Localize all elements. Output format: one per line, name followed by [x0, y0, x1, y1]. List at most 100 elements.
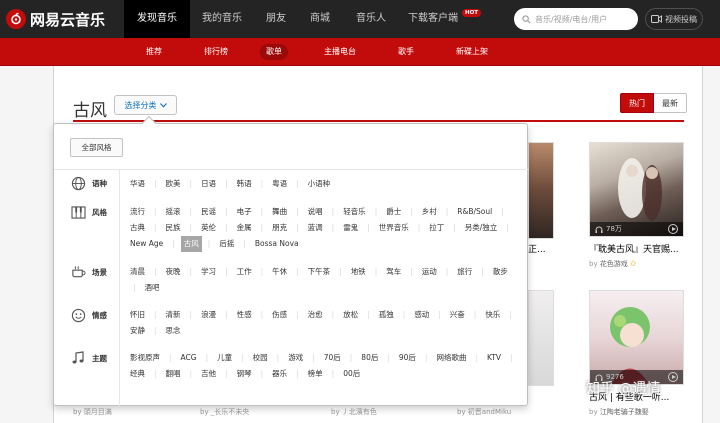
tag-link[interactable]: 治愈: [305, 307, 326, 323]
tag-link[interactable]: 电子: [234, 204, 255, 220]
creator-name[interactable]: 花色游戏: [600, 260, 628, 268]
tag-link[interactable]: 爵士: [383, 204, 404, 220]
tag-link[interactable]: KTV: [484, 350, 504, 366]
tag-link[interactable]: 器乐: [269, 366, 290, 382]
tab-hot[interactable]: 热门: [620, 93, 654, 113]
tag-link[interactable]: 散步: [490, 264, 511, 280]
subnav-charts[interactable]: 排行榜: [198, 44, 234, 60]
tab-latest[interactable]: 最新: [654, 93, 687, 113]
tag-link[interactable]: 校园: [250, 350, 271, 366]
tag-link[interactable]: 英伦: [198, 220, 219, 236]
tag-link[interactable]: 兴奋: [447, 307, 468, 323]
subnav-new-albums[interactable]: 新碟上架: [450, 44, 494, 60]
nav-store[interactable]: 商城: [298, 0, 342, 38]
subnav-playlists[interactable]: 歌单: [260, 44, 288, 60]
subnav-recommend[interactable]: 推荐: [140, 44, 168, 60]
tag-link[interactable]: 工作: [234, 264, 255, 280]
playlist-creator[interactable]: by 丿北濱有色: [331, 407, 377, 417]
tag-link[interactable]: 轻音乐: [340, 204, 369, 220]
tag-link[interactable]: 吉他: [198, 366, 219, 382]
tag-link[interactable]: 清新: [163, 307, 184, 323]
tag-link[interactable]: 80后: [358, 350, 381, 366]
nav-friends[interactable]: 朋友: [254, 0, 298, 38]
tag-link[interactable]: 翻唱: [163, 366, 184, 382]
tag-link[interactable]: 粤语: [269, 176, 290, 192]
tag-link[interactable]: 舞曲: [269, 204, 290, 220]
tag-link[interactable]: 民族: [163, 220, 184, 236]
search-box[interactable]: [514, 8, 638, 30]
tag-link[interactable]: 酒吧: [142, 280, 163, 296]
tag-link[interactable]: 朋克: [269, 220, 290, 236]
playlist-creator[interactable]: by 初晋andMiku: [457, 407, 511, 417]
tag-link[interactable]: 流行: [127, 204, 148, 220]
playlist-name[interactable]: 『耽美古风』天官赐...: [589, 242, 679, 255]
logo[interactable]: 网易云音乐: [6, 7, 105, 31]
tag-link[interactable]: 小语种: [305, 176, 334, 192]
tag-link[interactable]: 古风: [180, 236, 202, 252]
tag-link[interactable]: 地铁: [348, 264, 369, 280]
playlist-creator[interactable]: by 頭月目滿: [73, 407, 112, 417]
tag-link[interactable]: 乡村: [419, 204, 440, 220]
all-styles-button[interactable]: 全部风格: [70, 138, 123, 157]
tag-link[interactable]: 午休: [269, 264, 290, 280]
tag-link[interactable]: 欧美: [163, 176, 184, 192]
tag-link[interactable]: 性感: [234, 307, 255, 323]
playlist-creator[interactable]: by _长乐不未央: [200, 407, 249, 417]
tag-link[interactable]: 另类/独立: [462, 220, 501, 236]
tag-link[interactable]: 拉丁: [426, 220, 447, 236]
tag-link[interactable]: 蓝调: [305, 220, 326, 236]
playlist-cover[interactable]: [528, 290, 554, 386]
tag-link[interactable]: 00后: [340, 366, 363, 382]
tag-link[interactable]: 榜单: [305, 366, 326, 382]
playlist-name[interactable]: 正...: [528, 242, 546, 255]
tag-link[interactable]: 夜晚: [163, 264, 184, 280]
tag-link[interactable]: 放松: [340, 307, 361, 323]
subnav-artists[interactable]: 歌手: [392, 44, 420, 60]
subnav-radio[interactable]: 主播电台: [318, 44, 362, 60]
nav-musician[interactable]: 音乐人: [342, 0, 400, 38]
tag-link[interactable]: 古典: [127, 220, 148, 236]
tag-link[interactable]: 经典: [127, 366, 148, 382]
nav-download-client[interactable]: 下载客户端 HOT: [400, 0, 502, 38]
tag-link[interactable]: 驾车: [383, 264, 404, 280]
tag-link[interactable]: 学习: [198, 264, 219, 280]
select-category-button[interactable]: 选择分类: [114, 95, 177, 115]
tag-link[interactable]: 怀旧: [127, 307, 148, 323]
tag-link[interactable]: 网络歌曲: [433, 350, 469, 366]
nav-discover-music[interactable]: 发现音乐: [124, 0, 190, 38]
tag-link[interactable]: New Age: [127, 236, 166, 252]
tag-link[interactable]: 摇滚: [163, 204, 184, 220]
tag-link[interactable]: 70后: [321, 350, 344, 366]
playlist-cover[interactable]: 78万: [589, 142, 684, 237]
play-icon[interactable]: [668, 372, 678, 382]
tag-link[interactable]: 快乐: [482, 307, 503, 323]
tag-link[interactable]: 儿童: [214, 350, 235, 366]
tag-link[interactable]: 游戏: [285, 350, 306, 366]
tag-link[interactable]: 运动: [419, 264, 440, 280]
tag-link[interactable]: 90后: [396, 350, 419, 366]
playlist-cover[interactable]: 9276: [589, 290, 684, 385]
tag-link[interactable]: 钢琴: [234, 366, 255, 382]
tag-link[interactable]: 孤独: [376, 307, 397, 323]
tag-link[interactable]: 旅行: [454, 264, 475, 280]
tag-link[interactable]: 金属: [234, 220, 255, 236]
tag-link[interactable]: ACG: [178, 350, 200, 366]
tag-link[interactable]: 清晨: [127, 264, 148, 280]
tag-link[interactable]: 安静: [127, 323, 148, 339]
tag-link[interactable]: 感动: [411, 307, 432, 323]
tag-link[interactable]: 民谣: [198, 204, 219, 220]
tag-link[interactable]: 雷鬼: [340, 220, 361, 236]
play-icon[interactable]: [668, 224, 678, 234]
tag-link[interactable]: 下午茶: [305, 264, 334, 280]
tag-link[interactable]: 思念: [163, 323, 184, 339]
tag-link[interactable]: 后摇: [216, 236, 237, 252]
tag-link[interactable]: 日语: [198, 176, 219, 192]
search-input[interactable]: [531, 14, 631, 24]
tag-link[interactable]: 伤感: [269, 307, 290, 323]
tag-link[interactable]: 浪漫: [198, 307, 219, 323]
tag-link[interactable]: 世界音乐: [376, 220, 412, 236]
nav-my-music[interactable]: 我的音乐: [190, 0, 254, 38]
creator-name[interactable]: 江陶老骗子魏娶: [600, 408, 649, 416]
tag-link[interactable]: 说唱: [305, 204, 326, 220]
tag-link[interactable]: 韩语: [234, 176, 255, 192]
